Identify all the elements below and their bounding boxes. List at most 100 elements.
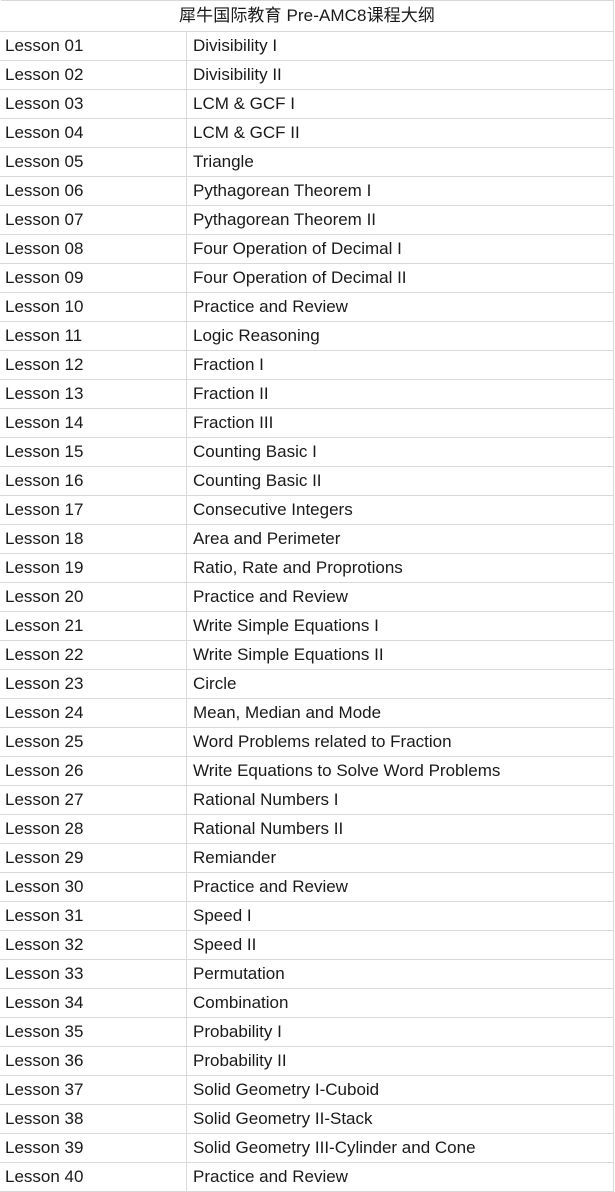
table-row: Lesson 35 Probability I [0, 1017, 615, 1047]
lesson-number-cell: Lesson 37 [0, 1075, 187, 1105]
table-row: Lesson 06 Pythagorean Theorem I [0, 176, 615, 206]
lesson-topic-cell: Remiander [186, 843, 615, 873]
lesson-number-cell: Lesson 25 [0, 727, 187, 757]
lesson-number-cell: Lesson 29 [0, 843, 187, 873]
lesson-topic-cell: Word Problems related to Fraction [186, 727, 615, 757]
table-row: Lesson 14 Fraction III [0, 408, 615, 438]
lesson-number-cell: Lesson 35 [0, 1017, 187, 1047]
lesson-topic-cell: Divisibility II [186, 60, 615, 90]
lesson-number-cell: Lesson 11 [0, 321, 187, 351]
lesson-number-cell: Lesson 19 [0, 553, 187, 583]
lesson-number-cell: Lesson 18 [0, 524, 187, 554]
lesson-topic-cell: Fraction III [186, 408, 615, 438]
lesson-number-cell: Lesson 36 [0, 1046, 187, 1076]
lesson-number-cell: Lesson 10 [0, 292, 187, 322]
lesson-topic-cell: Rational Numbers II [186, 814, 615, 844]
table-row: Lesson 03 LCM & GCF I [0, 89, 615, 119]
lesson-number-cell: Lesson 03 [0, 89, 187, 119]
table-row: Lesson 05 Triangle [0, 147, 615, 177]
lesson-topic-cell: Four Operation of Decimal I [186, 234, 615, 264]
lesson-number-cell: Lesson 24 [0, 698, 187, 728]
table-row: Lesson 11 Logic Reasoning [0, 321, 615, 351]
lesson-number-cell: Lesson 02 [0, 60, 187, 90]
table-row: Lesson 30 Practice and Review [0, 872, 615, 902]
table-row: Lesson 27 Rational Numbers I [0, 785, 615, 815]
table-row: Lesson 16 Counting Basic II [0, 466, 615, 496]
lesson-number-cell: Lesson 22 [0, 640, 187, 670]
lesson-topic-cell: Counting Basic II [186, 466, 615, 496]
lesson-number-cell: Lesson 38 [0, 1104, 187, 1134]
table-row: Lesson 13 Fraction II [0, 379, 615, 409]
lesson-number-cell: Lesson 15 [0, 437, 187, 467]
lesson-topic-cell: Pythagorean Theorem I [186, 176, 615, 206]
lesson-topic-cell: Circle [186, 669, 615, 699]
lesson-topic-cell: Practice and Review [186, 582, 615, 612]
table-row: Lesson 21 Write Simple Equations I [0, 611, 615, 641]
lesson-topic-cell: Write Simple Equations I [186, 611, 615, 641]
lesson-number-cell: Lesson 28 [0, 814, 187, 844]
lesson-topic-cell: Ratio, Rate and Proprotions [186, 553, 615, 583]
lesson-number-cell: Lesson 14 [0, 408, 187, 438]
lesson-number-cell: Lesson 21 [0, 611, 187, 641]
lesson-topic-cell: Permutation [186, 959, 615, 989]
lesson-topic-cell: Probability II [186, 1046, 615, 1076]
table-row: Lesson 17 Consecutive Integers [0, 495, 615, 525]
table-row: Lesson 32 Speed II [0, 930, 615, 960]
document-title: 犀牛国际教育 Pre-AMC8课程大纲 [0, 0, 615, 32]
table-row: Lesson 22 Write Simple Equations II [0, 640, 615, 670]
lesson-topic-cell: Practice and Review [186, 872, 615, 902]
table-row: Lesson 15 Counting Basic I [0, 437, 615, 467]
lesson-number-cell: Lesson 26 [0, 756, 187, 786]
lesson-topic-cell: Logic Reasoning [186, 321, 615, 351]
lesson-topic-cell: Four Operation of Decimal II [186, 263, 615, 293]
table-row: Lesson 39 Solid Geometry III-Cylinder and… [0, 1133, 615, 1163]
lesson-topic-cell: Write Simple Equations II [186, 640, 615, 670]
table-row: Lesson 33 Permutation [0, 959, 615, 989]
table-row: Lesson 10 Practice and Review [0, 292, 615, 322]
table-row: Lesson 12 Fraction I [0, 350, 615, 380]
table-row: Lesson 01 Divisibility I [0, 31, 615, 61]
lesson-number-cell: Lesson 13 [0, 379, 187, 409]
course-outline-table: 犀牛国际教育 Pre-AMC8课程大纲 Lesson 01 Divisibilit… [0, 0, 615, 1192]
document-page: 犀牛国际教育 Pre-AMC8课程大纲 Lesson 01 Divisibilit… [0, 0, 615, 1192]
table-row: Lesson 08 Four Operation of Decimal I [0, 234, 615, 264]
lesson-number-cell: Lesson 40 [0, 1162, 187, 1192]
lesson-topic-cell: Consecutive Integers [186, 495, 615, 525]
lesson-topic-cell: Area and Perimeter [186, 524, 615, 554]
lesson-topic-cell: Write Equations to Solve Word Problems [186, 756, 615, 786]
lesson-number-cell: Lesson 09 [0, 263, 187, 293]
table-row: Lesson 09 Four Operation of Decimal II [0, 263, 615, 293]
table-title-row: 犀牛国际教育 Pre-AMC8课程大纲 [0, 0, 615, 32]
table-row: Lesson 29 Remiander [0, 843, 615, 873]
table-row: Lesson 26 Write Equations to Solve Word P… [0, 756, 615, 786]
lesson-number-cell: Lesson 17 [0, 495, 187, 525]
lesson-number-cell: Lesson 05 [0, 147, 187, 177]
lesson-topic-cell: Fraction II [186, 379, 615, 409]
lesson-topic-cell: Probability I [186, 1017, 615, 1047]
lesson-topic-cell: Speed II [186, 930, 615, 960]
lesson-topic-cell: Practice and Review [186, 1162, 615, 1192]
lesson-number-cell: Lesson 34 [0, 988, 187, 1018]
table-row: Lesson 37 Solid Geometry I-Cuboid [0, 1075, 615, 1105]
table-row: Lesson 07 Pythagorean Theorem II [0, 205, 615, 235]
lesson-topic-cell: Speed I [186, 901, 615, 931]
lesson-topic-cell: Counting Basic I [186, 437, 615, 467]
lesson-number-cell: Lesson 33 [0, 959, 187, 989]
lesson-number-cell: Lesson 12 [0, 350, 187, 380]
table-row: Lesson 34 Combination [0, 988, 615, 1018]
lesson-topic-cell: Combination [186, 988, 615, 1018]
table-row: Lesson 24 Mean, Median and Mode [0, 698, 615, 728]
table-row: Lesson 31 Speed I [0, 901, 615, 931]
course-outline-table-body: 犀牛国际教育 Pre-AMC8课程大纲 Lesson 01 Divisibilit… [0, 0, 615, 1192]
lesson-number-cell: Lesson 08 [0, 234, 187, 264]
lesson-number-cell: Lesson 16 [0, 466, 187, 496]
lesson-number-cell: Lesson 39 [0, 1133, 187, 1163]
table-row: Lesson 02 Divisibility II [0, 60, 615, 90]
lesson-number-cell: Lesson 20 [0, 582, 187, 612]
lesson-number-cell: Lesson 30 [0, 872, 187, 902]
lesson-topic-cell: Divisibility I [186, 31, 615, 61]
lesson-number-cell: Lesson 23 [0, 669, 187, 699]
lesson-topic-cell: Triangle [186, 147, 615, 177]
lesson-topic-cell: Solid Geometry II-Stack [186, 1104, 615, 1134]
table-row: Lesson 28 Rational Numbers II [0, 814, 615, 844]
